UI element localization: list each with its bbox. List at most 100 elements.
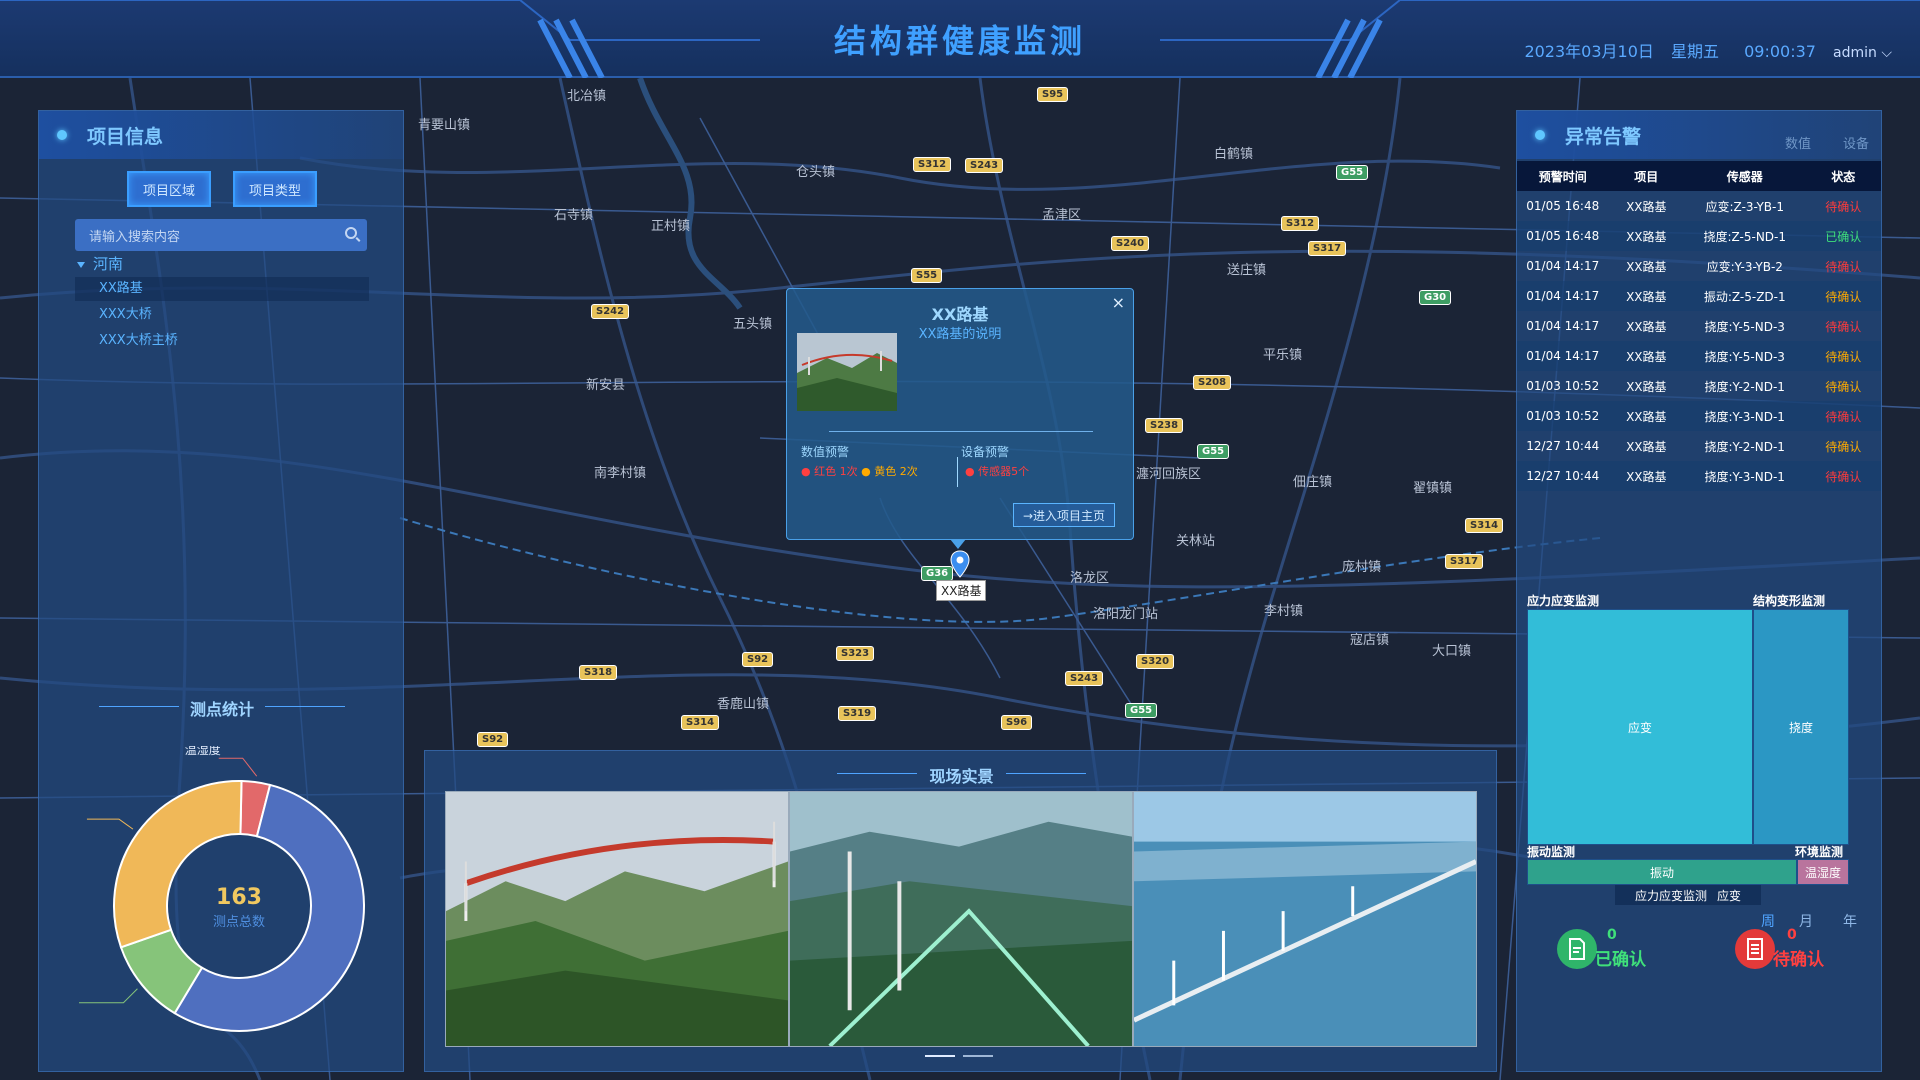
stats-title: 测点统计 [99,696,345,720]
alarm-row[interactable]: 01/04 14:17 XX路基 振动:Z-5-ZD-1 待确认 [1517,281,1881,311]
alarm-row[interactable]: 01/04 14:17 XX路基 挠度:Y-5-ND-3 待确认 [1517,341,1881,371]
group-env-label: 环境监测 [1795,845,1844,859]
data-yellow-count: 黄色 2次 [874,465,918,478]
popup-pointer [950,539,966,549]
road-shield: S96 [1001,715,1033,730]
point-stats-donut[interactable]: 温湿度振动挠度163测点总数 [79,746,399,1066]
treemap-strain[interactable]: 应变 [1527,609,1753,845]
search-placeholder: 请输入搜索内容 [89,229,181,245]
pending-label: 待确认 [1773,950,1824,970]
alarm-time: 01/05 16:48 [1526,199,1600,213]
search-input[interactable]: 请输入搜索内容 [75,219,367,251]
alarm-row[interactable]: 12/27 10:44 XX路基 挠度:Y-3-ND-1 待确认 [1517,461,1881,491]
tree-item-xxx-bridge[interactable]: XXX大桥 [75,303,369,327]
alarm-row[interactable]: 01/03 10:52 XX路基 挠度:Y-2-ND-1 待确认 [1517,371,1881,401]
alarm-row[interactable]: 12/27 10:44 XX路基 挠度:Y-2-ND-1 待确认 [1517,431,1881,461]
alarm-project: XX路基 [1626,409,1667,424]
road-shield: S240 [1111,236,1150,251]
site-photo-2[interactable] [789,791,1133,1047]
alarm-project: XX路基 [1626,379,1667,394]
road-shield: S208 [1193,375,1232,390]
device-sensor-count: 传感器5个 [978,465,1030,478]
site-photo-1[interactable] [445,791,789,1047]
treemap-breadcrumb[interactable]: 应力应变监测 应变 [1615,885,1761,905]
tree-item-xxx-bridge-main[interactable]: XXX大桥主桥 [75,329,369,353]
alarm-sensor: 振动:Z-5-ZD-1 [1703,289,1786,304]
tab-value[interactable]: 数值 [1785,133,1811,152]
map-place-label: 关林站 [1176,534,1216,549]
pager-dot-1[interactable] [925,1055,955,1057]
treemap-deflection[interactable]: 挠度 [1753,609,1849,845]
map-place-label: 洛阳龙门站 [1093,607,1159,622]
donut-leader-line [86,818,134,830]
alarm-row[interactable]: 01/04 14:17 XX路基 挠度:Y-5-ND-3 待确认 [1517,311,1881,341]
donut-slice-label: 温湿度 [185,746,221,757]
alarm-sensor: 挠度:Z-5-ND-1 [1703,229,1786,244]
marker-label: XX路基 [936,580,987,601]
map-place-label: 瀍河回族区 [1136,467,1202,482]
confirmed-label: 已确认 [1595,950,1646,970]
tab-device[interactable]: 设备 [1843,133,1869,152]
road-shield: G55 [1197,444,1230,459]
user-name: admin [1833,45,1877,61]
site-title-text: 现场实景 [929,767,994,786]
alarm-sensor: 挠度:Y-2-ND-1 [1704,439,1785,454]
alarm-row[interactable]: 01/03 10:52 XX路基 挠度:Y-3-ND-1 待确认 [1517,401,1881,431]
tree-item-xx-roadbed[interactable]: XX路基 [75,277,369,301]
donut-total: 163 [216,885,262,910]
enter-project-button[interactable]: →进入项目主页 [1013,503,1115,527]
device-warning-values: ● 传感器5个 [965,465,1030,478]
map-place-label: 佃庄镇 [1293,475,1333,490]
road-shield: S92 [477,732,509,747]
col-project: 项目 [1634,169,1659,184]
alarm-row[interactable]: 01/05 16:48 XX路基 挠度:Z-5-ND-1 已确认 [1517,221,1881,251]
tree-node-henan[interactable]: 河南 [77,253,123,274]
weekday-text: 星期五 [1670,42,1719,61]
bullet-icon [1535,130,1545,140]
map-place-label: 平乐镇 [1263,348,1303,363]
donut-total-label: 测点总数 [213,915,265,930]
road-shield: S317 [1308,241,1347,256]
alarm-row[interactable]: 01/05 16:48 XX路基 应变:Z-3-YB-1 待确认 [1517,191,1881,221]
map-place-label: 洛龙区 [1070,571,1110,586]
alarm-project: XX路基 [1626,349,1667,364]
period-week[interactable]: 周 [1761,911,1775,931]
site-photo-3[interactable] [1133,791,1477,1047]
period-year[interactable]: 年 [1843,911,1857,931]
alarm-time: 01/04 14:17 [1526,349,1600,363]
road-shield: S242 [591,304,630,319]
map-place-label: 正村镇 [651,219,691,234]
popup-divider [829,431,1093,432]
device-warning-label: 设备预警 [961,445,1010,459]
alarm-status: 待确认 [1825,259,1862,274]
map-place-label: 大口镇 [1432,644,1472,659]
panel-header: 项目信息 [39,111,403,159]
confirmed-doc-icon [1557,929,1597,969]
road-shield: G55 [1336,165,1369,180]
bullet-icon [57,130,67,140]
donut-leader-line [79,988,138,1004]
map-pin-icon[interactable] [950,550,970,578]
road-shield: S92 [742,652,774,667]
pending-count: 0 [1787,927,1797,943]
group-deform-label: 结构变形监测 [1753,594,1826,608]
crumb-group: 应力应变监测 [1634,888,1707,903]
popup-title: XX路基 [931,305,989,324]
alarm-project: XX路基 [1626,199,1667,214]
user-menu[interactable]: admin ⌵ [1833,45,1892,61]
treemap-humidity[interactable]: 温湿度 [1797,859,1849,885]
project-region-button[interactable]: 项目区域 [127,171,211,207]
map-place-label: 新安县 [586,378,626,393]
period-month[interactable]: 月 [1799,911,1813,931]
pager-dot-2[interactable] [963,1055,993,1057]
close-icon[interactable]: × [1112,293,1125,312]
alarm-project: XX路基 [1626,469,1667,484]
project-type-button[interactable]: 项目类型 [233,171,317,207]
project-info-panel: 项目信息 项目区域 项目类型 请输入搜索内容 河南 XX路基 XXX大桥 XXX… [38,110,404,1072]
road-shield: S312 [1281,216,1320,231]
search-icon[interactable] [345,227,357,239]
road-shield: S312 [913,157,952,172]
treemap-vibration[interactable]: 振动 [1527,859,1797,885]
alarm-row[interactable]: 01/04 14:17 XX路基 应变:Y-3-YB-2 待确认 [1517,251,1881,281]
alarm-sensor: 挠度:Y-2-ND-1 [1704,379,1785,394]
